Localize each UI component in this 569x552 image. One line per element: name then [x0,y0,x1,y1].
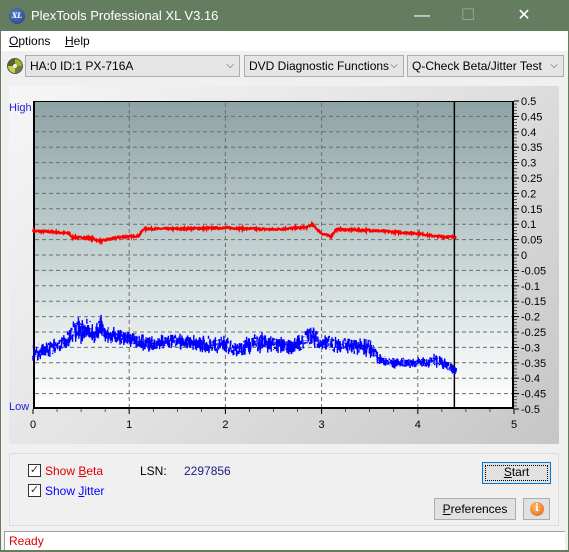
status-bar: Ready [4,531,565,550]
x-tick-label: 3 [319,419,325,431]
lsn-value: 2297856 [184,464,231,478]
start-button[interactable]: Start [482,462,551,484]
y-tick-label: -0.2 [521,312,540,324]
y-tick-label: 0.05 [521,235,542,247]
focus-ring [485,465,548,481]
y-tick-label: 0.35 [521,142,542,154]
y-tick-label: -0.35 [521,358,546,370]
check-icon: ✓ [29,484,40,496]
show-jitter-label-rest: itter [84,484,105,498]
y-tick-label: 0.3 [521,158,536,170]
info-icon: i [530,502,544,516]
x-tick-label: 0 [30,419,36,431]
y-tick-label: 0.4 [521,127,536,139]
y-tick-label: -0.3 [521,342,540,354]
check-icon: ✓ [29,464,40,476]
show-jitter-checkbox[interactable]: ✓ [28,484,41,497]
show-beta-label-rest: eta [86,464,104,478]
y-tick-label: -0.05 [521,265,546,277]
lsn-label: LSN: [140,464,167,478]
show-jitter-label-pre: Show [45,484,79,498]
show-beta-checkbox[interactable]: ✓ [28,464,41,477]
y-tick-label: 0.2 [521,188,536,200]
y-tick-label: -0.5 [521,404,540,416]
y-tick-label: -0.25 [521,327,546,339]
axes: 0.5 0.45 0.4 0.35 0.3 0.25 0.2 0.15 0.1 0.05 0 -0.0… [30,96,546,431]
x-tick-label: 1 [126,419,132,431]
beta-series-line [31,220,457,246]
preferences-label: references [450,502,508,516]
show-beta-label-pre: Show [45,464,79,478]
y-tick-label: 0.5 [521,96,536,108]
x-tick-label: 2 [222,419,228,431]
y-tick-label: -0.4 [521,373,540,385]
y-tick-label: -0.15 [521,296,546,308]
y-tick-label: 0 [521,250,527,262]
y-tick-label: -0.45 [521,389,546,401]
x-tick-label: 5 [511,419,517,431]
x-tick-label: 4 [415,419,421,431]
y-tick-label: 0.45 [521,111,542,123]
preferences-button[interactable]: Preferences [434,498,516,520]
y-tick-label: 0.15 [521,204,542,216]
y-tick-label: 0.1 [521,219,536,231]
jitter-series-band [32,314,457,374]
preferences-accel: P [442,502,451,516]
info-button[interactable]: i [523,498,550,520]
y-tick-label: 0.25 [521,173,542,185]
app-window: XL PlexTools Professional XL V3.16 — ☐ ✕… [0,0,569,551]
show-jitter-label[interactable]: Show Jitter [45,484,104,498]
show-beta-label[interactable]: Show Beta [45,464,103,478]
status-text: Ready [9,534,44,548]
y-tick-label: -0.1 [521,281,540,293]
